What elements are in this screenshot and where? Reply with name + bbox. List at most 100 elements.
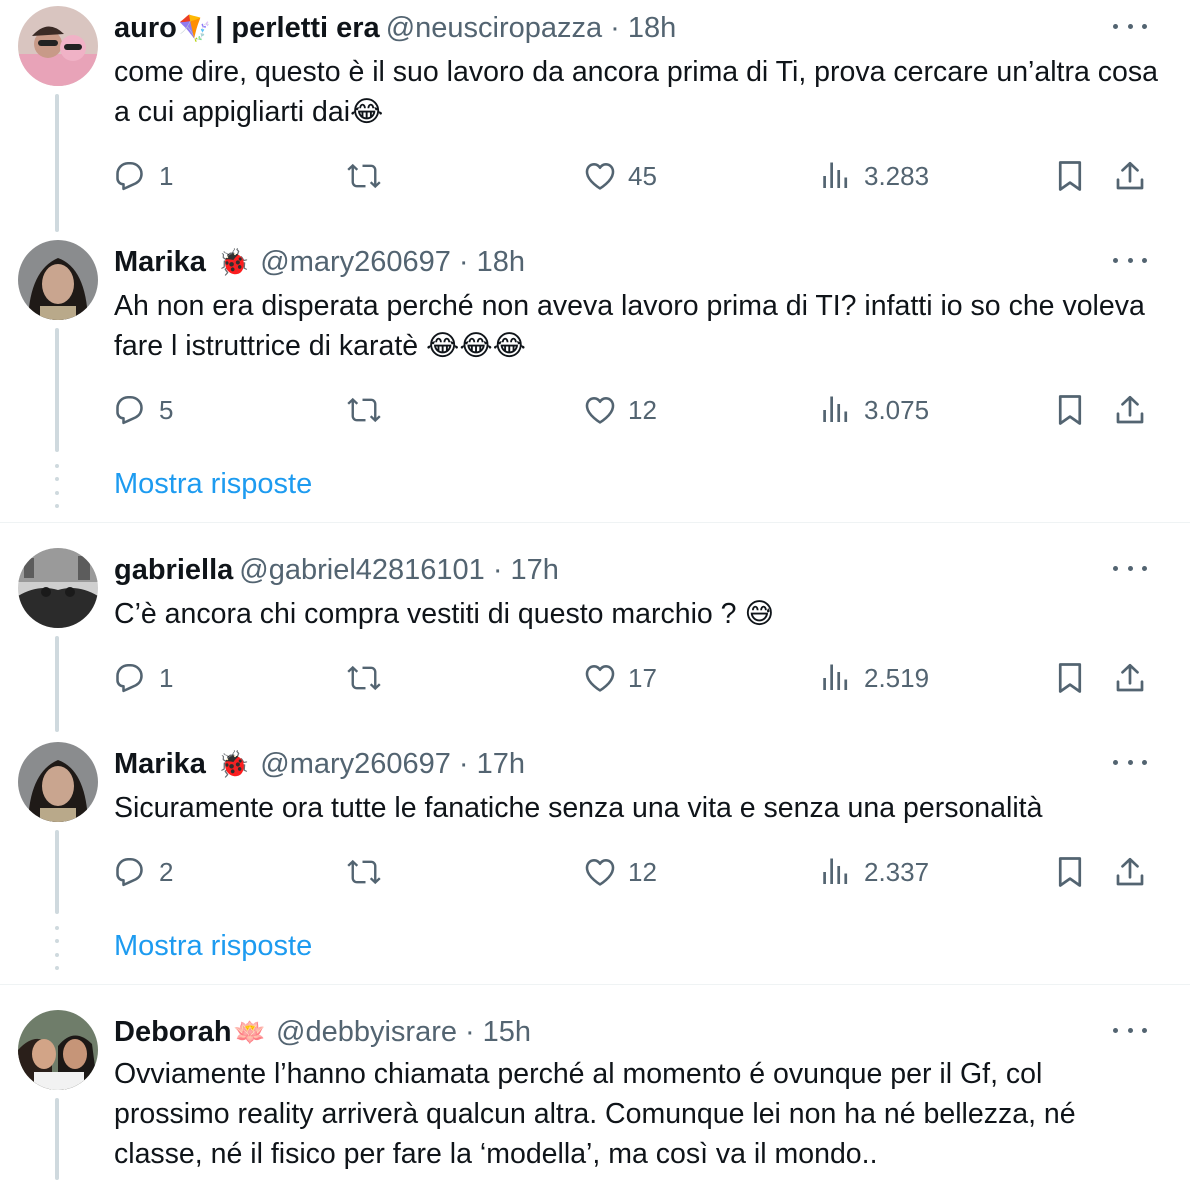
handle[interactable]: @debbyisrare (276, 1016, 457, 1049)
bookmark-button[interactable] (1052, 658, 1088, 698)
tweet-5[interactable]: Deborah 🪷 @debbyisrare · 15h Ovviamente … (0, 1004, 1190, 1180)
display-name[interactable]: Deborah (114, 1016, 232, 1049)
share-button[interactable] (1112, 390, 1148, 430)
share-icon (1116, 161, 1144, 190)
avatar[interactable] (18, 548, 98, 628)
separator: · (492, 553, 503, 586)
separator: · (458, 747, 469, 780)
thread-line (55, 1098, 59, 1180)
avatar[interactable] (18, 1010, 98, 1090)
like-button[interactable]: 17 (582, 658, 657, 698)
retweet-icon (347, 665, 381, 691)
display-name[interactable]: Marika (114, 748, 206, 781)
retweet-button[interactable] (346, 156, 392, 196)
views-button[interactable]: 3.283 (818, 156, 929, 196)
share-button[interactable] (1112, 852, 1148, 892)
name-emoji: 🐞 (217, 246, 251, 277)
reply-icon (116, 857, 143, 887)
reply-count: 1 (159, 160, 174, 191)
reply-icon (116, 395, 143, 425)
like-button[interactable]: 12 (582, 852, 657, 892)
separator: · (458, 245, 469, 278)
views-icon (823, 396, 848, 422)
display-name[interactable]: gabriella (114, 554, 233, 587)
share-button[interactable] (1112, 156, 1148, 196)
handle[interactable]: @mary260697 (260, 748, 451, 781)
retweet-button[interactable] (346, 658, 392, 698)
reply-icon (116, 161, 143, 191)
bookmark-icon (1058, 857, 1082, 887)
retweet-icon (347, 859, 381, 885)
share-icon (1116, 395, 1144, 424)
like-count: 45 (628, 160, 657, 191)
separator: · (610, 11, 620, 44)
more-icon[interactable] (1110, 556, 1150, 580)
share-icon (1116, 663, 1144, 692)
views-count: 2.337 (864, 856, 930, 887)
more-icon[interactable] (1110, 248, 1150, 272)
show-replies-link[interactable]: Mostra risposte (114, 930, 312, 963)
show-replies-row: Mostra risposte (0, 458, 1190, 514)
views-count: 3.283 (864, 160, 930, 191)
tweet-2[interactable]: Marika 🐞 @mary260697 · 18h Ah non era di… (0, 234, 1190, 456)
share-icon (1116, 857, 1144, 886)
tweet-header: Marika 🐞 @mary260697 · 18h (114, 242, 525, 282)
timestamp[interactable]: 18h (477, 246, 525, 279)
more-icon[interactable] (1110, 1018, 1150, 1042)
like-count: 12 (628, 394, 657, 425)
timestamp[interactable]: 17h (510, 554, 558, 587)
timestamp[interactable]: 18h (628, 12, 676, 45)
name-emoji: 🐞 (217, 748, 251, 779)
action-bar: 5 12 3.075 (0, 390, 1190, 430)
share-button[interactable] (1112, 658, 1148, 698)
reply-button[interactable]: 1 (113, 658, 173, 698)
divider (0, 984, 1190, 985)
tweet-header: Deborah 🪷 @debbyisrare · 15h (114, 1012, 531, 1052)
more-icon[interactable] (1110, 14, 1150, 38)
tweet-4[interactable]: Marika 🐞 @mary260697 · 17h Sicuramente o… (0, 736, 1190, 920)
views-count: 2.519 (864, 662, 930, 693)
thread-dots (54, 926, 60, 970)
reply-icon (116, 663, 143, 693)
more-icon[interactable] (1110, 750, 1150, 774)
reply-count: 1 (159, 662, 174, 693)
reply-button[interactable]: 1 (113, 156, 173, 196)
name-emoji: 🪷 (233, 1016, 267, 1047)
bookmark-button[interactable] (1052, 852, 1088, 892)
reply-count: 5 (159, 394, 174, 425)
bookmark-button[interactable] (1052, 156, 1088, 196)
like-count: 12 (628, 856, 657, 887)
like-count: 17 (628, 662, 657, 693)
reply-button[interactable]: 5 (113, 390, 173, 430)
handle[interactable]: @mary260697 (260, 246, 451, 279)
avatar[interactable] (18, 6, 98, 86)
tweet-text: Ovviamente l’hanno chiamata perché al mo… (114, 1058, 1076, 1170)
tweet-1[interactable]: auro 🪁 | perletti era @neusciropazza · 1… (0, 0, 1190, 240)
timestamp[interactable]: 15h (483, 1016, 531, 1049)
handle[interactable]: @neusciropazza (386, 12, 602, 45)
tweet-text: Ah non era disperata perché non aveva la… (114, 290, 1145, 362)
like-button[interactable]: 12 (582, 390, 657, 430)
avatar[interactable] (18, 742, 98, 822)
show-replies-link[interactable]: Mostra risposte (114, 468, 312, 501)
tweet-3[interactable]: gabriella @gabriel42816101 · 17h C’è anc… (0, 542, 1190, 736)
reply-button[interactable]: 2 (113, 852, 173, 892)
retweet-button[interactable] (346, 852, 392, 892)
views-button[interactable]: 2.519 (818, 658, 929, 698)
like-button[interactable]: 45 (582, 156, 657, 196)
divider (0, 522, 1190, 523)
display-name-suffix[interactable]: | perletti era (215, 12, 379, 45)
handle[interactable]: @gabriel42816101 (239, 554, 485, 587)
heart-icon (585, 859, 615, 886)
bookmark-button[interactable] (1052, 390, 1088, 430)
tweet-header: gabriella @gabriel42816101 · 17h (114, 550, 559, 590)
views-button[interactable]: 2.337 (818, 852, 929, 892)
retweet-button[interactable] (346, 390, 392, 430)
timestamp[interactable]: 17h (477, 748, 525, 781)
views-button[interactable]: 3.075 (818, 390, 929, 430)
avatar[interactable] (18, 240, 98, 320)
display-name[interactable]: auro (114, 12, 177, 45)
reply-count: 2 (159, 856, 174, 887)
display-name[interactable]: Marika (114, 246, 206, 279)
bookmark-icon (1058, 161, 1082, 191)
